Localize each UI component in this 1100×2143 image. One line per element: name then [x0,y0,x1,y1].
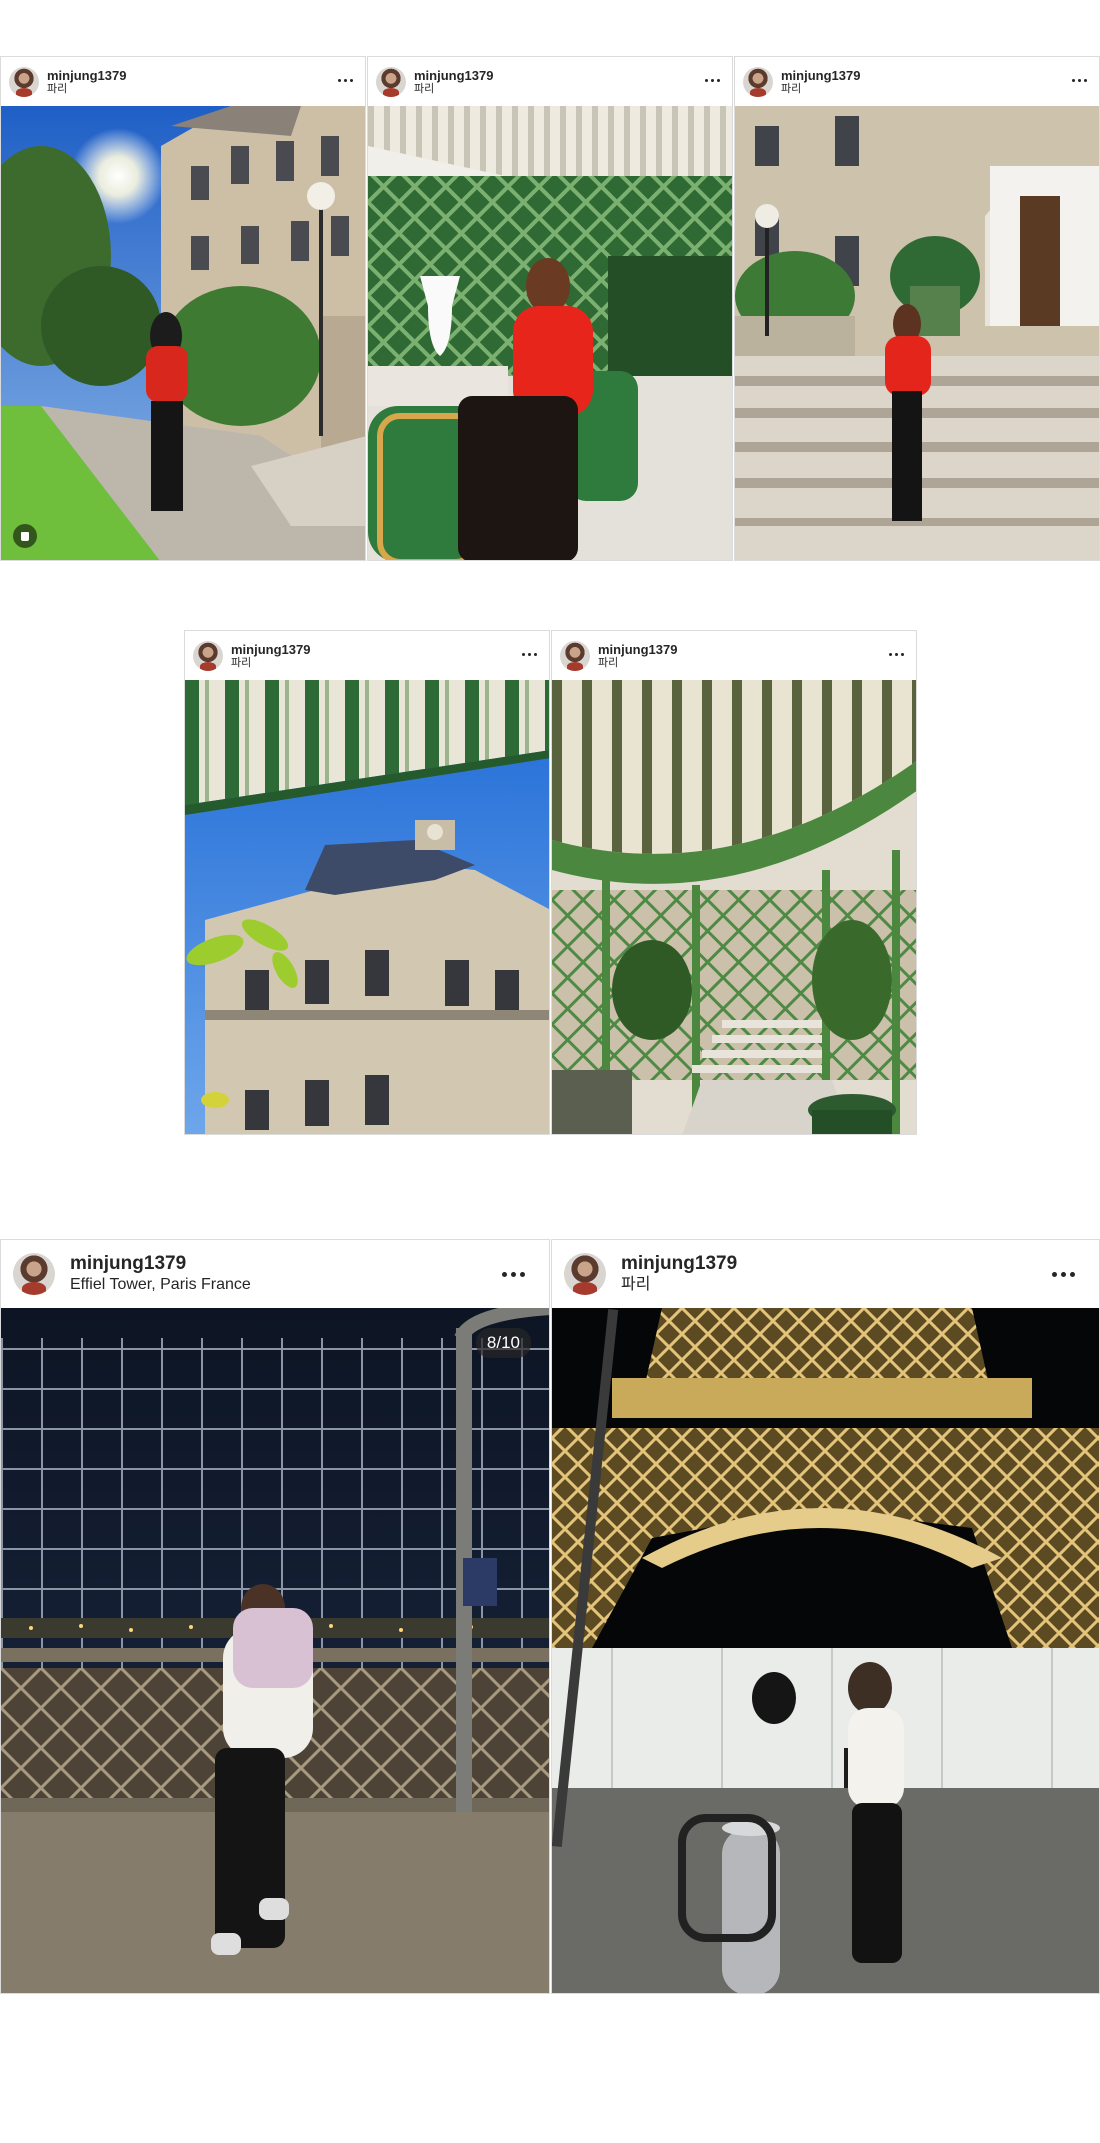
username[interactable]: minjung1379 [621,1253,737,1275]
post-card-2: minjung1379 파리 [367,56,733,561]
post-meta: minjung1379 Effiel Tower, Paris France [70,1253,251,1295]
username[interactable]: minjung1379 [414,68,493,83]
location[interactable]: 파리 [598,657,677,670]
avatar[interactable] [9,66,39,97]
avatar[interactable] [376,66,406,97]
username[interactable]: minjung1379 [598,642,677,657]
username[interactable]: minjung1379 [231,642,310,657]
more-options-icon[interactable] [502,1272,525,1277]
post-card-6: minjung1379 Effiel Tower, Paris France 8… [0,1239,550,1994]
post-meta: minjung1379 파리 [781,68,860,96]
avatar[interactable] [560,640,590,671]
post-photo [552,1308,1099,1993]
avatar[interactable] [193,640,223,671]
more-options-icon[interactable] [1072,79,1087,82]
more-options-icon[interactable] [1052,1272,1075,1277]
post-card-3: minjung1379 파리 [734,56,1100,561]
location[interactable]: 파리 [231,657,310,670]
post-meta: minjung1379 파리 [231,642,310,670]
post-meta: minjung1379 파리 [414,68,493,96]
post-card-7: minjung1379 파리 [551,1239,1100,1994]
post-photo: 8/10 [1,1308,549,1993]
post-header: minjung1379 파리 [735,57,1099,106]
avatar[interactable] [13,1253,55,1295]
post-header: minjung1379 파리 [552,631,916,680]
post-photo [185,680,549,1134]
post-card-4: minjung1379 파리 [184,630,550,1135]
post-photo [735,106,1099,560]
avatar[interactable] [743,66,773,97]
post-header: minjung1379 파리 [552,1240,1099,1308]
more-options-icon[interactable] [889,653,904,656]
location[interactable]: Effiel Tower, Paris France [70,1275,251,1295]
location[interactable]: 파리 [47,83,126,96]
post-meta: minjung1379 파리 [598,642,677,670]
more-options-icon[interactable] [338,79,353,82]
post-photo [368,106,732,560]
post-photo [552,680,916,1134]
post-header: minjung1379 파리 [185,631,549,680]
username[interactable]: minjung1379 [70,1253,251,1275]
location[interactable]: 파리 [414,83,493,96]
post-card-5: minjung1379 파리 [551,630,917,1135]
username[interactable]: minjung1379 [781,68,860,83]
user-tag-icon[interactable] [13,524,37,548]
post-meta: minjung1379 파리 [47,68,126,96]
post-photo [1,106,365,560]
post-header: minjung1379 Effiel Tower, Paris France [1,1240,549,1308]
location[interactable]: 파리 [781,83,860,96]
post-meta: minjung1379 파리 [621,1253,737,1295]
more-options-icon[interactable] [522,653,537,656]
avatar[interactable] [564,1253,606,1295]
post-card-1: minjung1379 파리 [0,56,366,561]
carousel-counter: 8/10 [475,1328,531,1358]
more-options-icon[interactable] [705,79,720,82]
post-header: minjung1379 파리 [368,57,732,106]
post-header: minjung1379 파리 [1,57,365,106]
username[interactable]: minjung1379 [47,68,126,83]
location[interactable]: 파리 [621,1275,737,1295]
